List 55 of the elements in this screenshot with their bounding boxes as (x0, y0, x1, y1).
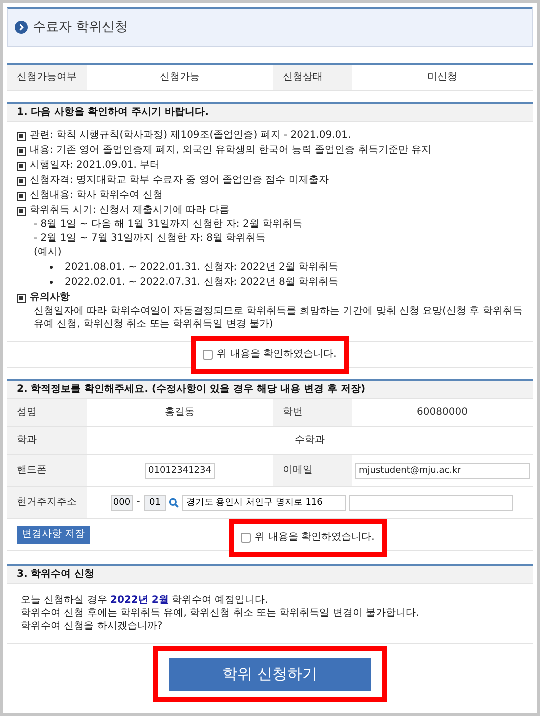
phone-field[interactable]: 01012341234 (145, 462, 215, 478)
checkbox[interactable] (241, 532, 252, 542)
example-text: 2022.02.01. ~ 2022.07.31. 신청자: 2022년 8월 학위취득 (65, 276, 339, 290)
section-header: 3. 학위수여 신청 (7, 564, 533, 583)
notice-line: (예시) (34, 246, 63, 260)
checkbox-label: 위 내용을 확인하였습니다. (255, 531, 375, 545)
field-value: 신청가능 (159, 71, 201, 85)
square-bullet-icon (17, 177, 26, 186)
square-bullet-icon (17, 207, 26, 216)
field-value: 60080000 (416, 406, 469, 420)
square-bullet-icon (17, 192, 26, 201)
notice-text: 신청내용: 학사 학위수여 신청 (30, 189, 163, 203)
field-label: 신청상태 (273, 65, 352, 90)
checkbox[interactable] (203, 350, 214, 360)
notice-line: - 2월 1일 ~ 7월 31일까지 신청한 자: 8월 학위취득 (34, 232, 268, 246)
square-bullet-icon (17, 162, 26, 171)
chevron-circle-icon (15, 21, 28, 34)
section-header: 1. 다음 사항을 확인하여 주시기 바랍니다. (7, 102, 533, 121)
zip-field[interactable]: 000 (111, 494, 133, 510)
square-bullet-icon (17, 147, 26, 156)
field-value: 홍길동 (164, 406, 196, 420)
field-label: 학과 (7, 427, 87, 454)
info-text: 학위수여 신청 후에는 학위취득 유예, 학위신청 취소 또는 학위취득일 변경이 불가합니다. (21, 607, 420, 620)
zip-field[interactable]: 01 (144, 494, 166, 510)
page-title: 수료자 학위신청 (33, 18, 128, 37)
notice-text: 관련: 학칙 시행규칙(학사과정) 제109조(졸업인증) 폐지 - 2021.09.01. (30, 129, 352, 143)
caution-title: 유의사항 (30, 291, 70, 305)
notice-text: 신청자격: 명지대학교 학부 수료자 중 영어 졸업인증 점수 미제출자 (30, 174, 329, 188)
example-text: 2021.08.01. ~ 2022.01.31. 신청자: 2022년 2월 학위취득 (65, 261, 339, 275)
address-detail-field[interactable] (349, 494, 514, 510)
notice-text: 학위취득 시기: 신청서 제출시기에 따라 다름 (30, 204, 230, 218)
section-header: 2. 학적정보를 확인해주세요. (수정사항이 있을 경우 해당 내용 변경 후 저장) (7, 379, 533, 398)
field-value: 수학과 (294, 434, 326, 448)
submit-button[interactable]: 학위 신청하기 (169, 658, 371, 690)
info-text: 오늘 신청하실 경우 2022년 2월 학위수여 예정입니다. (21, 594, 270, 607)
address-field[interactable]: 경기도 용인시 처인구 명지로 116 (182, 494, 346, 510)
caution-text: 신청일자에 따라 학위수여일이 자동결정되므로 학위취득를 희망하는 기간에 맞춰 신청 요망(신청 후 학위취득 유예 신청, 학위신청 취소 또는 학위취득일 변경 불가) (34, 305, 523, 331)
field-label: 현거주지주소 (7, 487, 87, 518)
field-label: 성명 (7, 399, 87, 426)
field-value: 미신청 (426, 71, 458, 85)
info-text: 학위수여 신청을 하시겠습니까? (21, 620, 164, 633)
notice-line: - 8월 1일 ~ 다음 해 1월 31일까지 신청한 자: 2월 학위취득 (34, 218, 304, 232)
notice-text: 내용: 기존 영어 졸업인증제 폐지, 외국인 유학생의 한국어 능력 졸업인증 취득기준만 유지 (30, 144, 432, 158)
save-button[interactable]: 변경사항 저장 (17, 526, 90, 544)
checkbox-label: 위 내용을 확인하였습니다. (217, 348, 337, 362)
field-label: 이메일 (273, 455, 352, 486)
search-icon[interactable] (169, 498, 180, 508)
notice-text: 시행일자: 2021.09.01. 부터 (30, 159, 160, 173)
zip-dash: - (136, 496, 142, 509)
square-bullet-icon (17, 132, 26, 141)
email-field[interactable]: mjustudent@mju.ac.kr (355, 462, 530, 478)
square-bullet-icon (17, 294, 26, 303)
field-label: 신청가능여부 (7, 65, 87, 90)
field-label: 학번 (273, 399, 352, 426)
field-label: 핸드폰 (7, 455, 87, 486)
